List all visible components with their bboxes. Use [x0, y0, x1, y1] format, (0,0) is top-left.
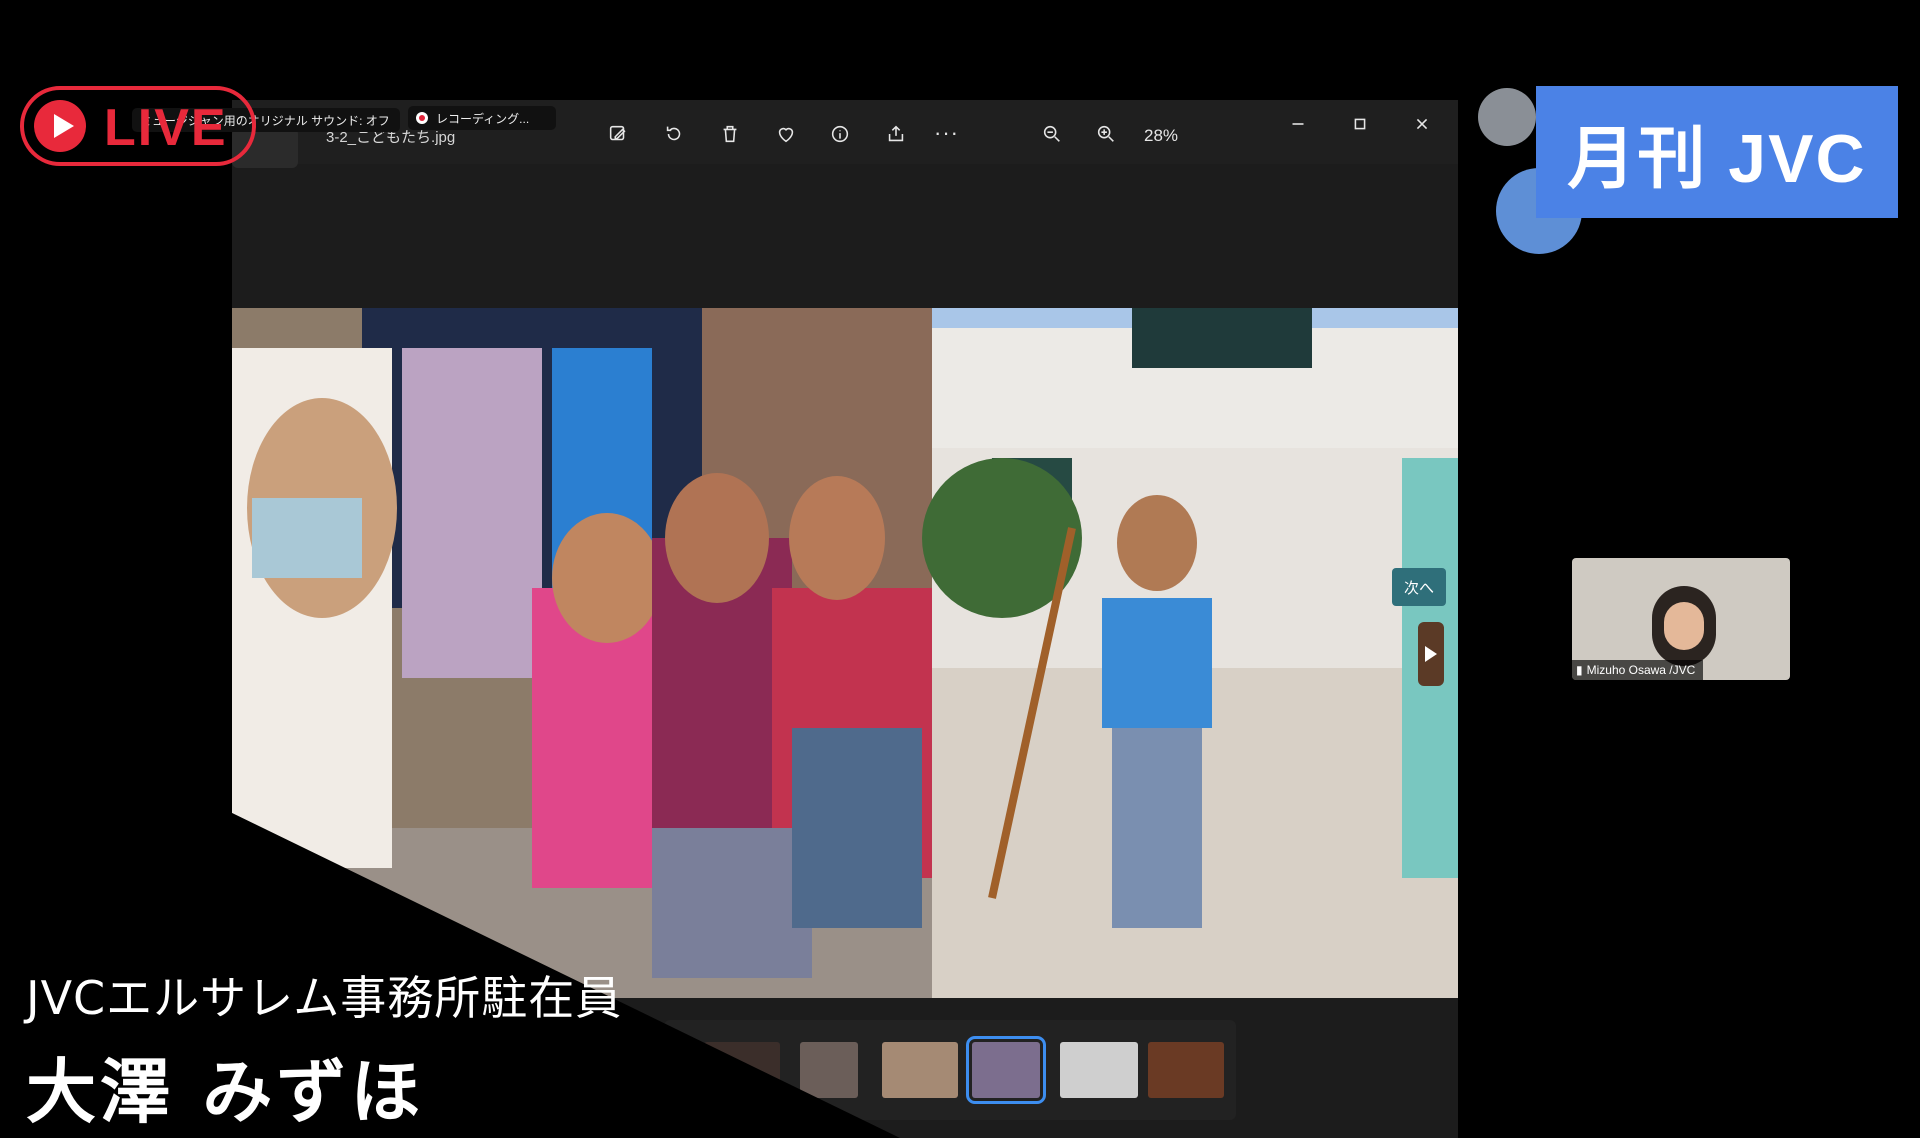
live-text: LIVE [104, 99, 228, 157]
delete-icon[interactable] [716, 120, 744, 148]
minimize-icon[interactable] [1284, 110, 1312, 138]
participant-video[interactable]: ▮ Mizuho Osawa /JVC [1572, 558, 1790, 680]
participant-name: Mizuho Osawa /JVC [1586, 663, 1696, 677]
edit-icon[interactable] [604, 120, 632, 148]
maximize-icon[interactable] [1346, 110, 1374, 138]
next-photo-arrow-icon[interactable] [1418, 622, 1444, 686]
thumbnail-6[interactable] [1148, 1042, 1224, 1098]
zoom-out-icon[interactable] [1038, 120, 1066, 148]
signal-icon: ▮ [1576, 663, 1583, 677]
next-button[interactable]: 次へ [1392, 568, 1446, 606]
thumbnail-5[interactable] [1060, 1042, 1138, 1098]
zoom-level[interactable]: 28% [1144, 126, 1178, 146]
decor-circle-gray [1478, 88, 1536, 146]
info-icon[interactable] [826, 120, 854, 148]
lower-third-title: JVCエルサレム事務所駐在員 [26, 971, 623, 1025]
brand-title: 月刊 JVC [1567, 120, 1867, 197]
rotate-icon[interactable] [660, 120, 688, 148]
brand-card: 月刊 JVC [1536, 86, 1898, 218]
participant-name-label: ▮ Mizuho Osawa /JVC [1572, 660, 1704, 680]
record-icon [416, 112, 428, 124]
play-icon [34, 100, 86, 152]
zoom-in-icon[interactable] [1092, 120, 1120, 148]
participant-face [1664, 602, 1704, 650]
live-badge: LIVE [20, 86, 256, 166]
share-icon[interactable] [882, 120, 910, 148]
lower-third-name: 大澤 みずほ [26, 1051, 425, 1133]
thumbnail-4-selected[interactable] [966, 1036, 1046, 1104]
recording-chip[interactable]: レコーディング... [408, 106, 556, 130]
close-icon[interactable] [1408, 110, 1436, 138]
more-icon[interactable]: ··· [934, 120, 959, 146]
favorite-icon[interactable] [772, 120, 800, 148]
